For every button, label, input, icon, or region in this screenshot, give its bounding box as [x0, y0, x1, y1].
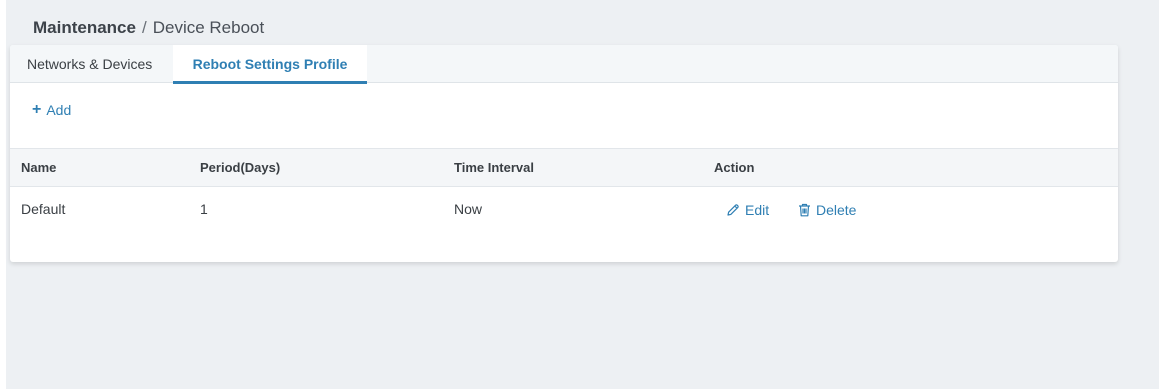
cell-period: 1 — [200, 201, 208, 217]
table-row: Default 1 Now Edit Delete — [10, 187, 1118, 237]
breadcrumb: Maintenance / Device Reboot — [33, 18, 264, 38]
breadcrumb-separator: / — [141, 18, 147, 37]
pencil-icon — [726, 203, 740, 217]
cell-time-interval: Now — [454, 201, 483, 217]
column-header-period: Period(Days) — [200, 160, 281, 175]
edit-button[interactable]: Edit — [726, 202, 769, 218]
breadcrumb-root[interactable]: Maintenance — [33, 18, 136, 37]
page-background: Maintenance / Device Reboot Networks & Dev… — [6, 0, 1159, 389]
delete-button[interactable]: Delete — [798, 202, 856, 218]
delete-label: Delete — [816, 202, 857, 218]
column-header-time-interval: Time Interval — [454, 160, 534, 175]
cell-name: Default — [21, 201, 66, 217]
tab-networks-devices[interactable]: Networks & Devices — [17, 45, 162, 83]
column-header-action: Action — [714, 160, 755, 175]
edit-label: Edit — [745, 202, 770, 218]
tab-bar: Networks & Devices Reboot Settings Profi… — [10, 45, 1118, 84]
table-header: Name Period(Days) Time Interval Action — [10, 148, 1118, 187]
add-button-label: Add — [46, 102, 72, 118]
breadcrumb-current: Device Reboot — [152, 18, 265, 37]
add-button[interactable]: + Add — [32, 101, 72, 119]
trash-icon — [798, 203, 811, 217]
content-card: Networks & Devices Reboot Settings Profi… — [10, 45, 1118, 262]
tab-reboot-settings-profile[interactable]: Reboot Settings Profile — [173, 45, 367, 84]
column-header-name: Name — [21, 160, 57, 175]
plus-icon: + — [32, 101, 42, 118]
